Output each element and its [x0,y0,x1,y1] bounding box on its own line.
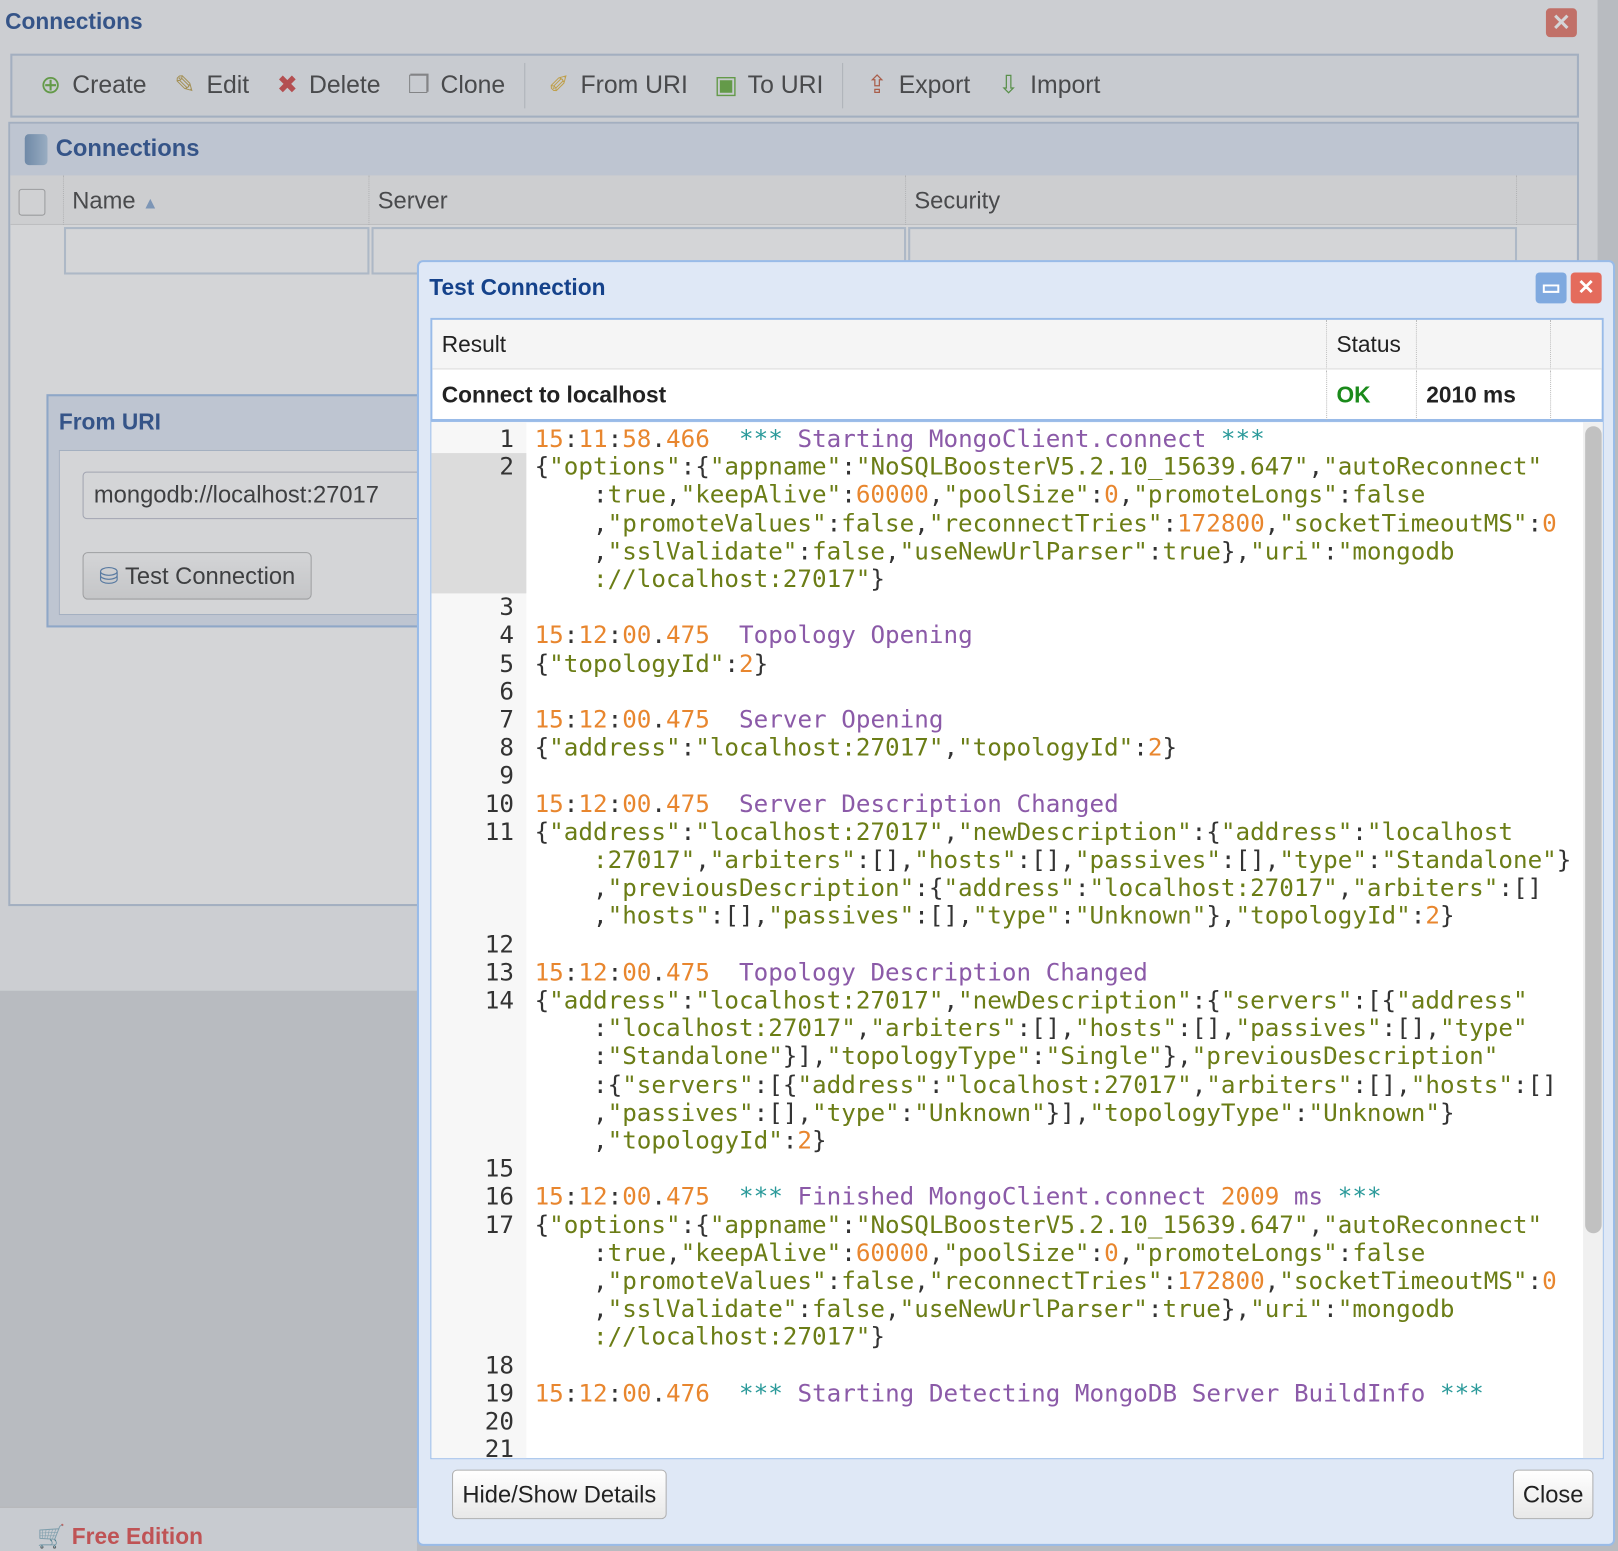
line-number: 21 [484,1434,514,1460]
log-line: {"options":{"appname":"NoSQLBoosterV5.2.… [534,452,1557,594]
result-column-header[interactable]: Result [432,319,1328,370]
line-number: 19 [484,1378,514,1408]
scrollbar-thumb[interactable] [1585,426,1602,1234]
line-number: 16 [484,1182,514,1211]
close-button[interactable]: Close [1512,1469,1594,1520]
line-number-gutter: 1 2 3 4 5 6 7 8 9 10 11 12 13 14 15 16 17 18 19 20 21 [431,422,527,1460]
line-number: 2 [431,453,527,594]
result-table: Result Status Connect to localhost OK 20… [430,317,1604,422]
log-line: {"options":{"appname":"NoSQLBoosterV5.2.… [534,1210,1557,1352]
log-line: 15:12:00.475 Server Opening [534,704,944,734]
result-cell: Connect to localhost [432,370,1328,421]
line-number: 11 [484,817,514,847]
line-number: 6 [499,676,514,706]
log-line: 15:12:00.475 Server Description Changed [534,789,1119,818]
line-number: 15 [484,1153,514,1183]
log-line: 15:12:00.475 Topology Description Change… [534,957,1148,987]
log-line: 15:12:00.475 Topology Opening [534,620,973,650]
line-number: 14 [484,985,514,1015]
line-number: 7 [499,704,514,734]
status-column-header[interactable]: Status [1327,319,1417,370]
line-number: 13 [484,957,514,987]
line-number: 5 [499,648,514,678]
dialog-title: Test Connection [429,274,606,301]
line-number: 1 [499,424,514,454]
log-line: 15:11:58.466 *** Starting MongoClient.co… [534,424,1265,454]
log-line: {"topologyId":2} [534,648,769,678]
maximize-icon[interactable]: ▭ [1535,272,1567,304]
time-column-header[interactable] [1416,319,1552,370]
line-number: 20 [484,1406,514,1436]
log-line: {"address":"localhost:27017","topologyId… [534,732,1178,762]
line-number: 9 [499,760,514,790]
test-connection-dialog: Test Connection ▭ ✕ Result Status Connec… [416,260,1616,1546]
line-number: 10 [484,789,514,818]
hide-show-details-button[interactable]: Hide/Show Details [452,1469,667,1520]
extra-column-header [1551,319,1602,370]
line-number: 8 [499,732,514,762]
line-number: 3 [499,592,514,622]
log-line: {"address":"localhost:27017","newDescrip… [534,985,1557,1155]
dialog-close-icon[interactable]: ✕ [1570,272,1602,304]
vertical-scrollbar[interactable] [1583,422,1603,1459]
log-viewer[interactable]: 1 2 3 4 5 6 7 8 9 10 11 12 13 14 15 16 17 18 19 20 21 15:11:… [430,421,1604,1460]
line-number: 12 [484,929,514,959]
log-line: 15:12:00.475 *** Finished MongoClient.co… [534,1182,1382,1211]
line-number: 18 [484,1350,514,1380]
log-line: 15:12:00.476 *** Starting Detecting Mong… [534,1378,1484,1408]
status-badge: OK [1327,370,1417,421]
log-line: {"address":"localhost:27017","newDescrip… [534,817,1572,931]
duration-cell: 2010 ms [1417,370,1552,421]
line-number: 17 [484,1210,514,1240]
line-number: 4 [499,620,514,650]
